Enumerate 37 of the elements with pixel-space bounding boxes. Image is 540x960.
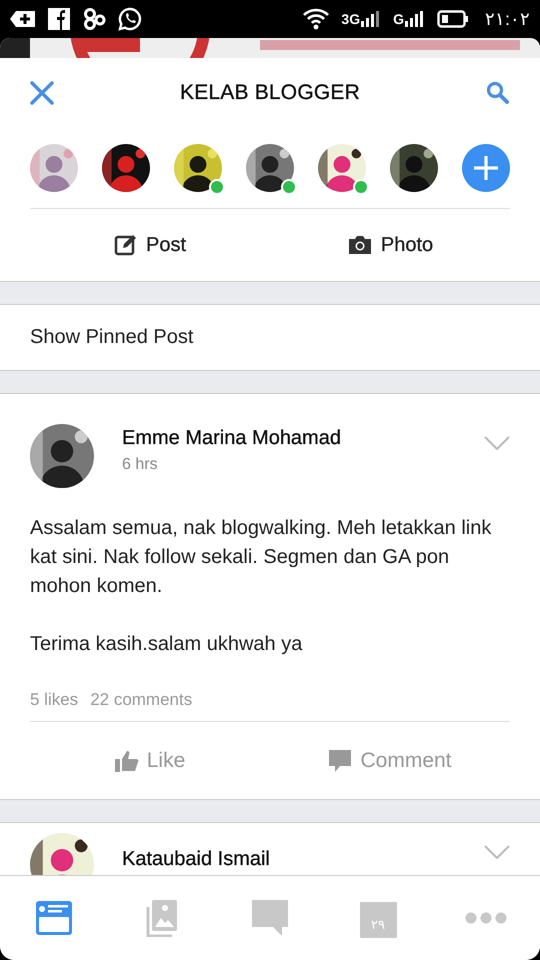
whatsapp-icon: [118, 7, 142, 31]
add-member-button[interactable]: [462, 144, 510, 192]
news-feed-icon: [35, 900, 73, 936]
show-pinned-post-button[interactable]: Show Pinned Post: [0, 304, 540, 371]
post-button[interactable]: Post: [30, 209, 270, 281]
post-text: Assalam semua, nak blogwalking. Meh letakkan link kat sini. Nak follow sekali. Segmen dan GA pon mohon komen.: [30, 516, 492, 599]
more-icon: [465, 912, 507, 924]
post-menu-button[interactable]: [484, 436, 510, 453]
author-name[interactable]: Emme Marina Mohamad: [122, 426, 456, 450]
wifi-icon: [303, 8, 330, 30]
search-icon: [486, 81, 510, 105]
chat-icon: [251, 899, 289, 937]
photos-icon: [146, 899, 178, 937]
status-time: ٢١:٠٢: [484, 8, 530, 30]
comment-icon: [328, 748, 352, 772]
chevron-down-icon: [484, 845, 510, 859]
facebook-icon: [48, 8, 70, 30]
plus-icon: [473, 155, 499, 181]
app-icon: [82, 7, 106, 31]
post-menu-button[interactable]: [484, 845, 510, 862]
network-label: 3G: [341, 11, 360, 27]
edit-icon: [114, 233, 138, 257]
close-button[interactable]: [30, 81, 54, 105]
post-text: Terima kasih.salam ukhwah ya: [30, 632, 304, 657]
chevron-down-icon: [484, 436, 510, 450]
camera-icon: [346, 234, 373, 256]
close-icon: [30, 81, 54, 105]
group-title: KELAB BLOGGER: [180, 81, 360, 105]
battery-icon: [436, 10, 469, 28]
signal-icon: [361, 11, 382, 27]
search-button[interactable]: [486, 81, 510, 105]
post-time: 6 hrs: [122, 456, 159, 474]
signal-icon: [404, 11, 425, 27]
notification-icon: [10, 10, 36, 28]
network-label: G: [393, 11, 404, 27]
thumbs-up-icon: [114, 750, 139, 772]
photo-button[interactable]: Photo: [270, 209, 510, 281]
